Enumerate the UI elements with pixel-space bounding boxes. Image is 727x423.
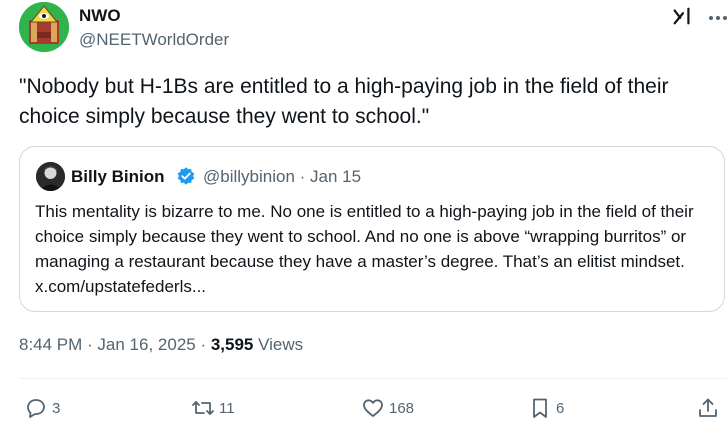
like-button[interactable]: 168 xyxy=(361,396,414,420)
quoted-author-avatar xyxy=(36,162,65,191)
repost-icon xyxy=(192,401,214,415)
like-count: 168 xyxy=(389,399,415,417)
tweet-text: "Nobody but H-1Bs are entitled to a high… xyxy=(19,75,669,128)
views-count: 3,595 xyxy=(210,335,254,354)
share-icon xyxy=(699,398,717,417)
author-handle[interactable]: @NEETWorldOrder xyxy=(79,30,229,50)
verified-badge-icon xyxy=(177,167,195,185)
bookmark-icon xyxy=(533,398,547,418)
share-button[interactable] xyxy=(696,396,720,420)
tweet-metadata: 8:44 PM · Jan 16, 2025 · 3,595 Views xyxy=(19,335,303,355)
quoted-tweet-text: This mentality is bizarre to me. No one … xyxy=(35,202,694,296)
views-label: Views xyxy=(253,335,304,354)
quoted-handle-date: @billybinion · Jan 15 xyxy=(203,167,362,186)
bookmark-count: 6 xyxy=(556,399,565,417)
divider xyxy=(19,378,727,379)
timestamp[interactable]: 8:44 PM · Jan 16, 2025 · xyxy=(19,335,211,354)
pyramid-eye-icon xyxy=(19,2,69,52)
repost-button[interactable]: 11 xyxy=(191,396,235,420)
author-avatar[interactable] xyxy=(19,2,69,52)
bookmark-button[interactable]: 6 xyxy=(528,396,564,420)
reply-button[interactable]: 3 xyxy=(24,396,60,420)
repost-count: 11 xyxy=(219,399,235,417)
person-photo-icon xyxy=(36,162,65,191)
quoted-author-name: Billy Binion xyxy=(71,167,165,186)
reply-count: 3 xyxy=(52,399,61,417)
reply-icon xyxy=(27,399,45,418)
grok-icon[interactable] xyxy=(671,5,693,27)
author-name[interactable]: NWO xyxy=(79,6,121,26)
quoted-tweet-card[interactable]: Billy Binion @billybinion · Jan 15 This … xyxy=(19,146,725,312)
more-options-icon[interactable] xyxy=(706,9,727,27)
heart-icon xyxy=(363,399,383,417)
